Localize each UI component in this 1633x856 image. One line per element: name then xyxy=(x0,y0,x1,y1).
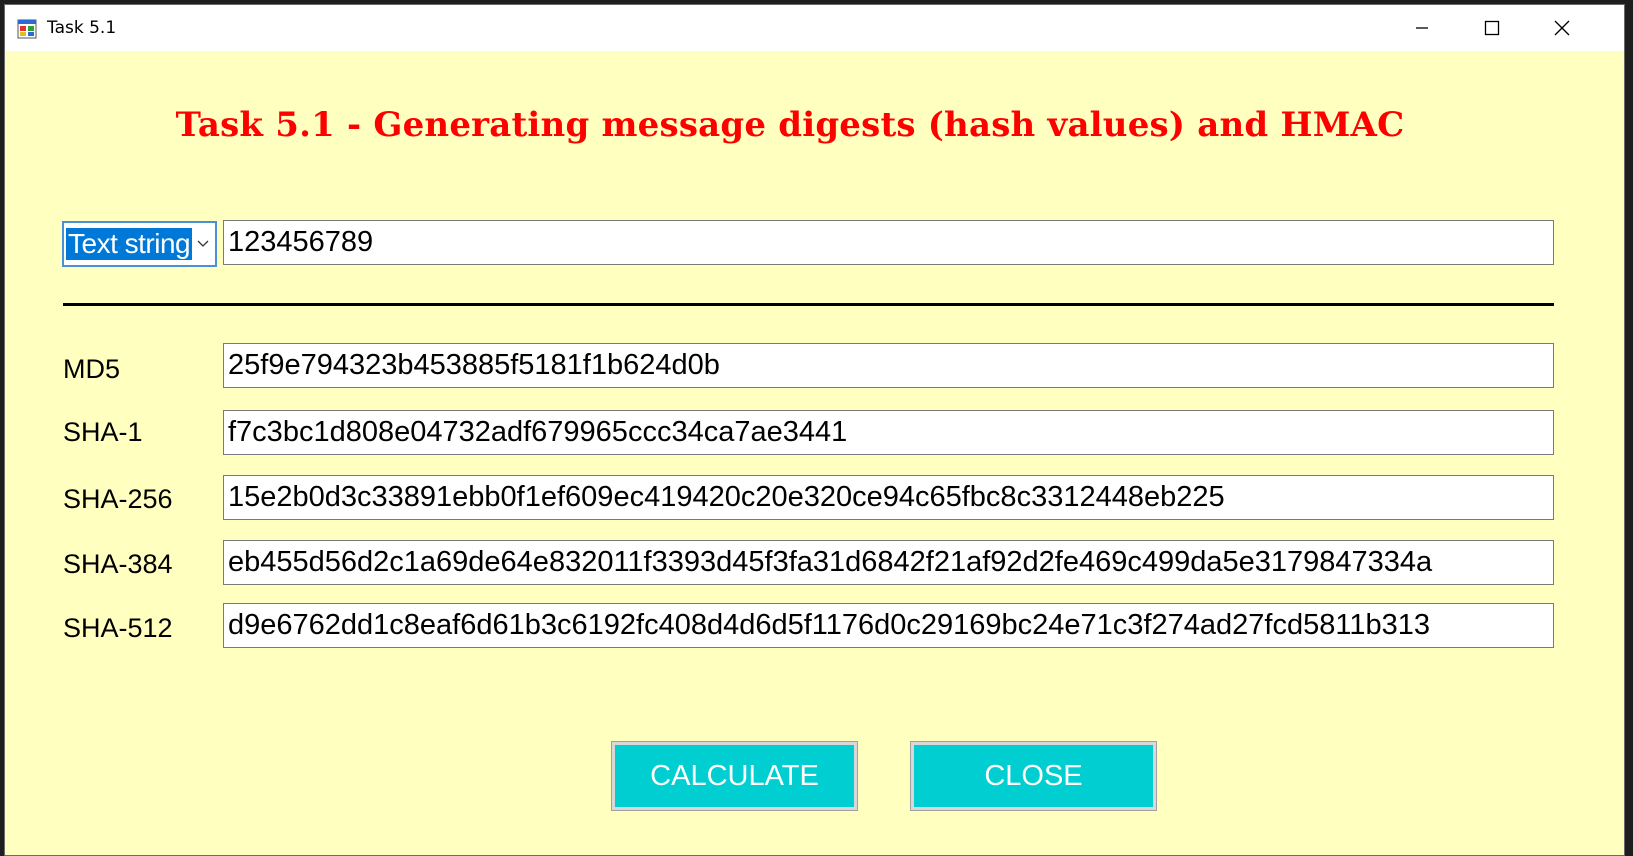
sha384-label: SHA-384 xyxy=(63,549,173,579)
message-input[interactable]: 123456789 xyxy=(223,220,1554,265)
close-button[interactable]: CLOSE xyxy=(910,741,1157,811)
input-type-select[interactable]: Text string xyxy=(62,221,217,267)
sha256-label: SHA-256 xyxy=(63,484,173,514)
input-type-selected-value: Text string xyxy=(66,228,193,260)
divider xyxy=(63,303,1554,306)
sha512-output[interactable]: d9e6762dd1c8eaf6d61b3c6192fc408d4d6d5f11… xyxy=(223,603,1554,648)
chevron-down-icon[interactable] xyxy=(195,235,211,251)
window-title: Task 5.1 xyxy=(47,18,117,38)
close-window-button[interactable] xyxy=(1527,5,1597,51)
sha1-output[interactable]: f7c3bc1d808e04732adf679965ccc34ca7ae3441 xyxy=(223,410,1554,455)
minimize-button[interactable] xyxy=(1387,5,1457,51)
md5-label: MD5 xyxy=(63,354,121,384)
app-window: Task 5.1 Task 5.1 - Generating message d… xyxy=(4,4,1625,856)
sha384-output[interactable]: eb455d56d2c1a69de64e832011f3393d45f3fa31… xyxy=(223,540,1554,585)
form-heading: Task 5.1 - Generating message digests (h… xyxy=(175,105,1405,145)
maximize-icon xyxy=(1484,20,1500,36)
calculate-button[interactable]: CALCULATE xyxy=(611,741,858,811)
sha512-label: SHA-512 xyxy=(63,613,173,643)
md5-output[interactable]: 25f9e794323b453885f5181f1b624d0b xyxy=(223,343,1554,388)
title-bar[interactable]: Task 5.1 xyxy=(5,5,1624,51)
close-icon xyxy=(1554,20,1570,36)
maximize-button[interactable] xyxy=(1457,5,1527,51)
sha256-output[interactable]: 15e2b0d3c33891ebb0f1ef609ec419420c20e320… xyxy=(223,475,1554,520)
app-icon xyxy=(17,19,37,39)
sha1-label: SHA-1 xyxy=(63,417,143,447)
minimize-icon xyxy=(1416,27,1428,29)
